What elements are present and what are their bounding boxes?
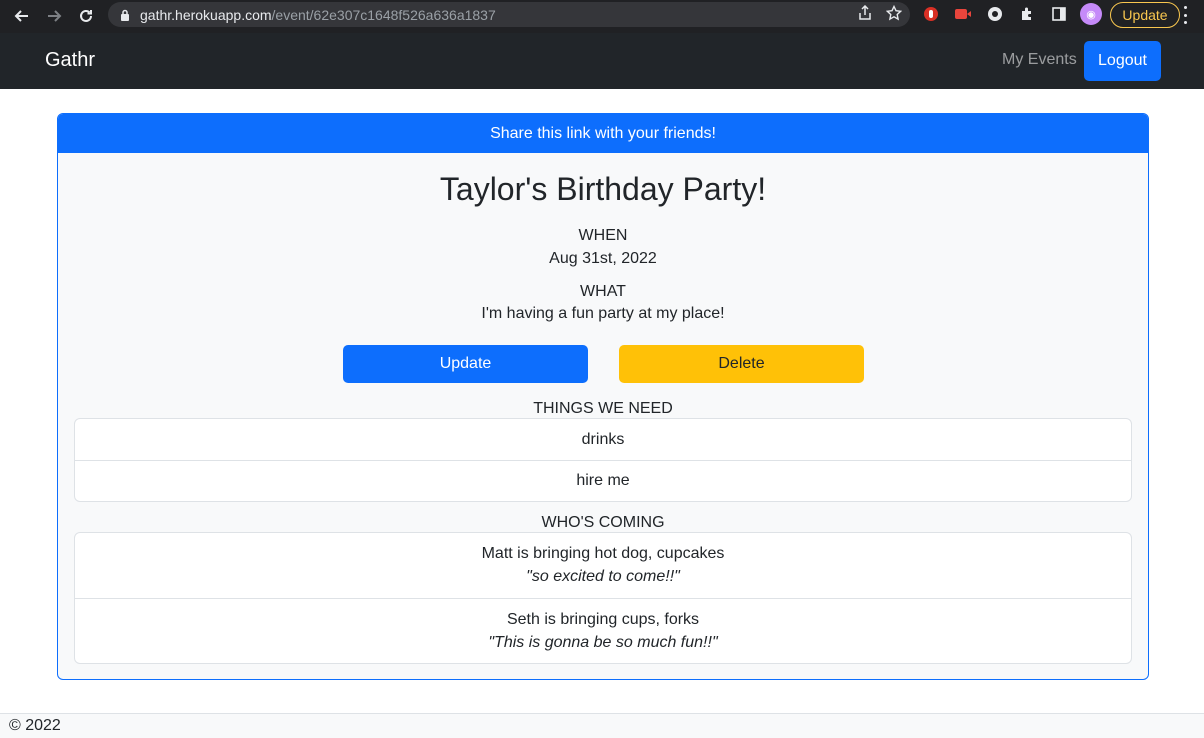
- video-extension-icon[interactable]: [952, 3, 974, 25]
- guest-comment: "This is gonna be so much fun!!": [488, 633, 718, 651]
- need-item-text: hire me: [576, 472, 630, 489]
- guest-bringing: Seth is bringing cups, forks: [506, 610, 700, 628]
- share-icon[interactable]: [858, 4, 872, 24]
- update-button[interactable]: Update: [343, 345, 588, 383]
- guest-comment: "so excited to come!!": [526, 568, 680, 585]
- needs-list: drinks hire me: [74, 418, 1132, 502]
- need-item-text: drinks: [581, 430, 625, 448]
- copyright-text: © 2022: [9, 717, 61, 734]
- back-icon[interactable]: [6, 2, 38, 30]
- when-value: Aug 31st, 2022: [549, 250, 657, 267]
- browser-update-button[interactable]: Update: [1110, 2, 1180, 28]
- list-item: Seth is bringing cups, forks "This is go…: [75, 598, 1131, 663]
- puzzle-icon[interactable]: [1016, 3, 1038, 25]
- guest-bringing: Matt is bringing hot dog, cupcakes: [481, 545, 725, 562]
- star-icon[interactable]: [885, 4, 903, 24]
- forward-icon[interactable]: [38, 2, 70, 30]
- profile-avatar[interactable]: ◉: [1080, 3, 1102, 25]
- things-we-need-heading: THINGS WE NEED: [533, 400, 673, 417]
- what-label: WHAT: [580, 283, 626, 300]
- url-path: /event/62e307c1648f526a636a1837: [271, 6, 496, 23]
- what-value: I'm having a fun party at my place!: [481, 305, 725, 322]
- sidebar-icon[interactable]: [1048, 3, 1070, 25]
- delete-button[interactable]: Delete: [619, 345, 864, 383]
- list-item: hire me: [75, 460, 1131, 501]
- circle-extension-icon[interactable]: [984, 3, 1006, 25]
- my-events-link[interactable]: My Events: [1002, 51, 1077, 69]
- address-bar[interactable]: gathr.herokuapp.com/event/62e307c1648f52…: [108, 2, 910, 27]
- brand-logo[interactable]: Gathr: [45, 49, 95, 72]
- stop-extension-icon[interactable]: [920, 3, 942, 25]
- app-navbar: Gathr My Events Logout: [0, 33, 1204, 89]
- event-title: Taylor's Birthday Party!: [439, 171, 767, 207]
- kebab-icon[interactable]: [1182, 6, 1188, 24]
- url-host: gathr.herokuapp.com: [140, 6, 272, 23]
- logout-button[interactable]: Logout: [1084, 41, 1161, 81]
- browser-toolbar: gathr.herokuapp.com/event/62e307c1648f52…: [0, 0, 1204, 33]
- lock-icon: [120, 9, 130, 21]
- guests-list: Matt is bringing hot dog, cupcakes "so e…: [74, 532, 1132, 664]
- event-card: Share this link with your friends! Taylo…: [57, 113, 1149, 680]
- whos-coming-heading: WHO'S COMING: [541, 514, 665, 531]
- page-footer: © 2022: [0, 713, 1204, 738]
- share-link-header[interactable]: Share this link with your friends!: [58, 114, 1148, 153]
- list-item: drinks: [75, 419, 1131, 460]
- when-label: WHEN: [578, 227, 628, 244]
- reload-icon[interactable]: [70, 2, 102, 30]
- list-item: Matt is bringing hot dog, cupcakes "so e…: [75, 533, 1131, 598]
